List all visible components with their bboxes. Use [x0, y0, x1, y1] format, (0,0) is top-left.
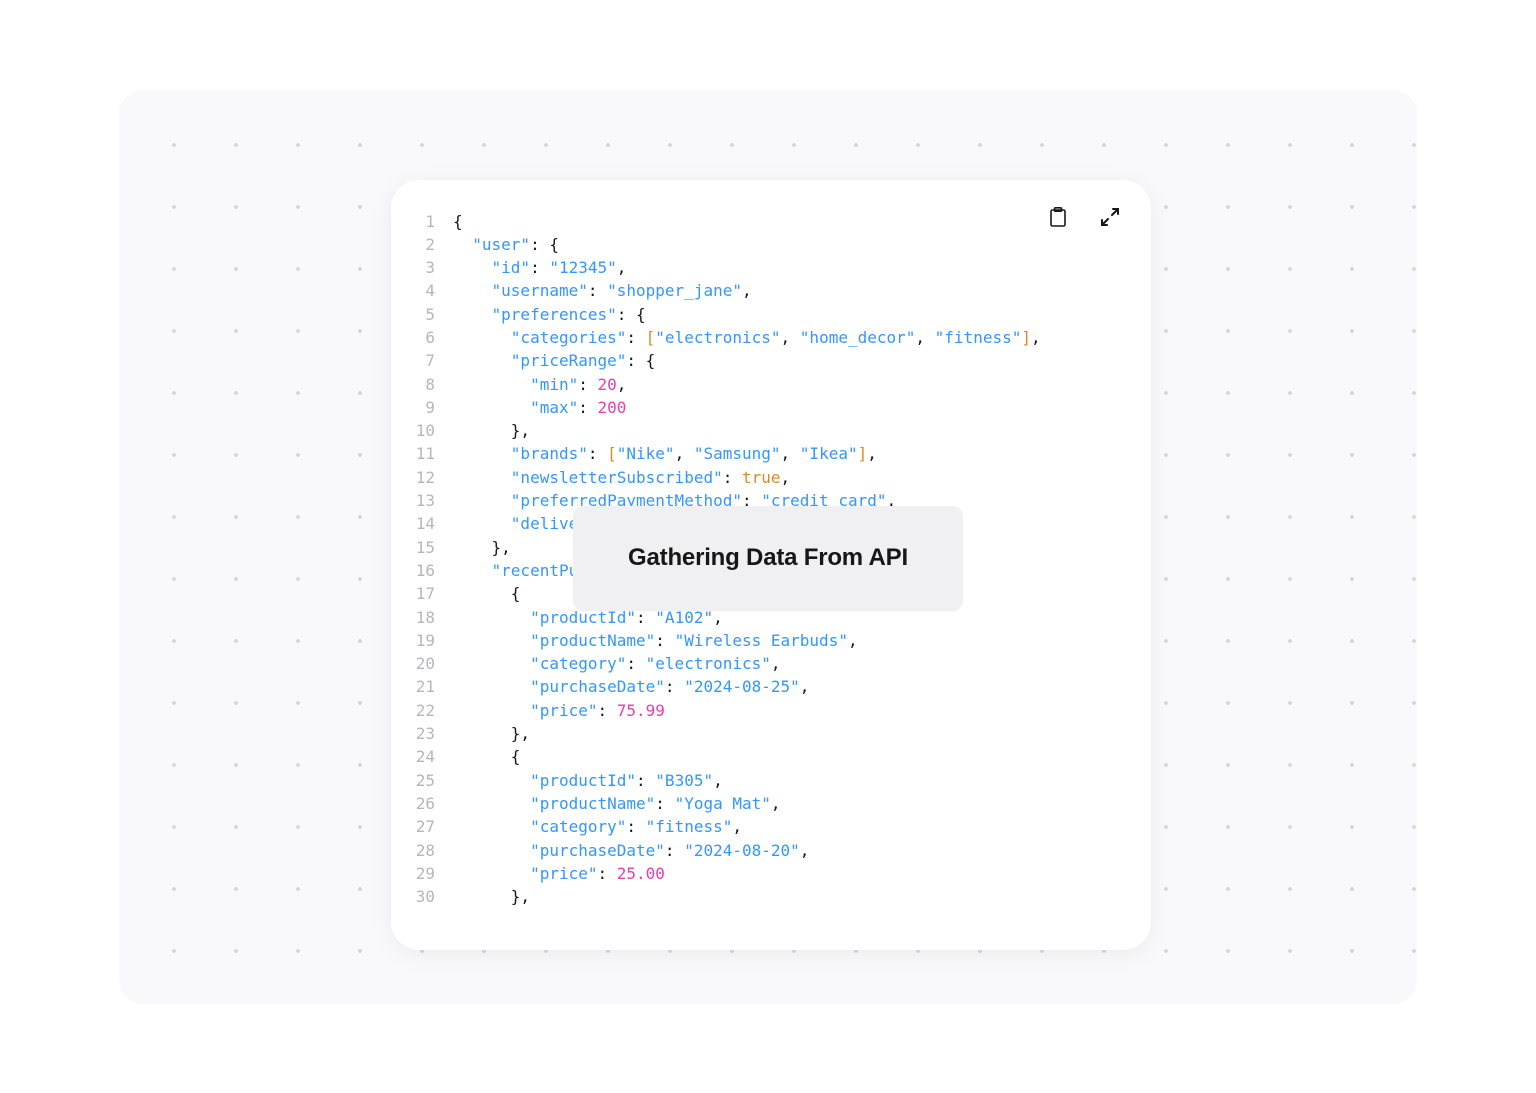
status-overlay: Gathering Data From API: [573, 506, 963, 611]
line-number: 14: [415, 512, 453, 535]
line-number: 11: [415, 442, 453, 465]
line-number: 25: [415, 769, 453, 792]
line-number: 12: [415, 466, 453, 489]
line-number: 26: [415, 792, 453, 815]
line-number: 4: [415, 279, 453, 302]
line-content: "preferences": {: [453, 303, 1121, 326]
line-content: "price": 75.99: [453, 699, 1121, 722]
line-content: "productId": "B305",: [453, 769, 1121, 792]
line-content: "id": "12345",: [453, 256, 1121, 279]
line-content: "price": 25.00: [453, 862, 1121, 885]
line-number: 6: [415, 326, 453, 349]
line-number: 20: [415, 652, 453, 675]
status-text: Gathering Data From API: [628, 544, 908, 572]
code-line: 28 "purchaseDate": "2024-08-20",: [415, 839, 1121, 862]
line-number: 24: [415, 745, 453, 768]
line-number: 1: [415, 210, 453, 233]
line-content: "category": "fitness",: [453, 815, 1121, 838]
line-number: 8: [415, 373, 453, 396]
code-line: 21 "purchaseDate": "2024-08-25",: [415, 675, 1121, 698]
code-line: 5 "preferences": {: [415, 303, 1121, 326]
line-content: "priceRange": {: [453, 349, 1121, 372]
line-content: "purchaseDate": "2024-08-20",: [453, 839, 1121, 862]
line-content: "brands": ["Nike", "Samsung", "Ikea"],: [453, 442, 1121, 465]
code-line: 26 "productName": "Yoga Mat",: [415, 792, 1121, 815]
line-content: "productName": "Wireless Earbuds",: [453, 629, 1121, 652]
code-line: 25 "productId": "B305",: [415, 769, 1121, 792]
line-number: 16: [415, 559, 453, 582]
line-number: 5: [415, 303, 453, 326]
line-content: "purchaseDate": "2024-08-25",: [453, 675, 1121, 698]
code-line: 24 {: [415, 745, 1121, 768]
line-content: "max": 200: [453, 396, 1121, 419]
code-line: 6 "categories": ["electronics", "home_de…: [415, 326, 1121, 349]
code-line: 11 "brands": ["Nike", "Samsung", "Ikea"]…: [415, 442, 1121, 465]
dotted-frame: 1{2 "user": {3 "id": "12345",4 "username…: [119, 90, 1417, 1004]
code-line: 8 "min": 20,: [415, 373, 1121, 396]
line-content: "min": 20,: [453, 373, 1121, 396]
line-number: 9: [415, 396, 453, 419]
line-content: "username": "shopper_jane",: [453, 279, 1121, 302]
code-line: 20 "category": "electronics",: [415, 652, 1121, 675]
line-content: "category": "electronics",: [453, 652, 1121, 675]
line-number: 7: [415, 349, 453, 372]
code-line: 3 "id": "12345",: [415, 256, 1121, 279]
line-content: "productName": "Yoga Mat",: [453, 792, 1121, 815]
copy-button[interactable]: [1047, 206, 1069, 228]
line-number: 28: [415, 839, 453, 862]
line-number: 23: [415, 722, 453, 745]
line-content: {: [453, 745, 1121, 768]
code-line: 9 "max": 200: [415, 396, 1121, 419]
line-number: 30: [415, 885, 453, 908]
expand-icon: [1101, 208, 1119, 226]
line-number: 21: [415, 675, 453, 698]
line-content: "user": {: [453, 233, 1121, 256]
line-number: 29: [415, 862, 453, 885]
line-number: 3: [415, 256, 453, 279]
code-line: 27 "category": "fitness",: [415, 815, 1121, 838]
code-line: 1{: [415, 210, 1121, 233]
code-line: 4 "username": "shopper_jane",: [415, 279, 1121, 302]
line-content: "newsletterSubscribed": true,: [453, 466, 1121, 489]
code-line: 23 },: [415, 722, 1121, 745]
line-content: {: [453, 210, 1121, 233]
code-line: 30 },: [415, 885, 1121, 908]
line-number: 17: [415, 582, 453, 605]
line-number: 10: [415, 419, 453, 442]
code-line: 10 },: [415, 419, 1121, 442]
line-number: 27: [415, 815, 453, 838]
line-content: },: [453, 885, 1121, 908]
code-line: 2 "user": {: [415, 233, 1121, 256]
line-content: },: [453, 419, 1121, 442]
line-number: 13: [415, 489, 453, 512]
code-line: 29 "price": 25.00: [415, 862, 1121, 885]
code-line: 12 "newsletterSubscribed": true,: [415, 466, 1121, 489]
line-number: 22: [415, 699, 453, 722]
line-number: 2: [415, 233, 453, 256]
line-content: "categories": ["electronics", "home_deco…: [453, 326, 1121, 349]
code-line: 7 "priceRange": {: [415, 349, 1121, 372]
expand-button[interactable]: [1099, 206, 1121, 228]
line-number: 19: [415, 629, 453, 652]
clipboard-icon: [1049, 207, 1067, 227]
line-content: },: [453, 722, 1121, 745]
code-line: 19 "productName": "Wireless Earbuds",: [415, 629, 1121, 652]
line-number: 18: [415, 606, 453, 629]
code-line: 22 "price": 75.99: [415, 699, 1121, 722]
line-number: 15: [415, 536, 453, 559]
code-toolbar: [1047, 206, 1121, 228]
